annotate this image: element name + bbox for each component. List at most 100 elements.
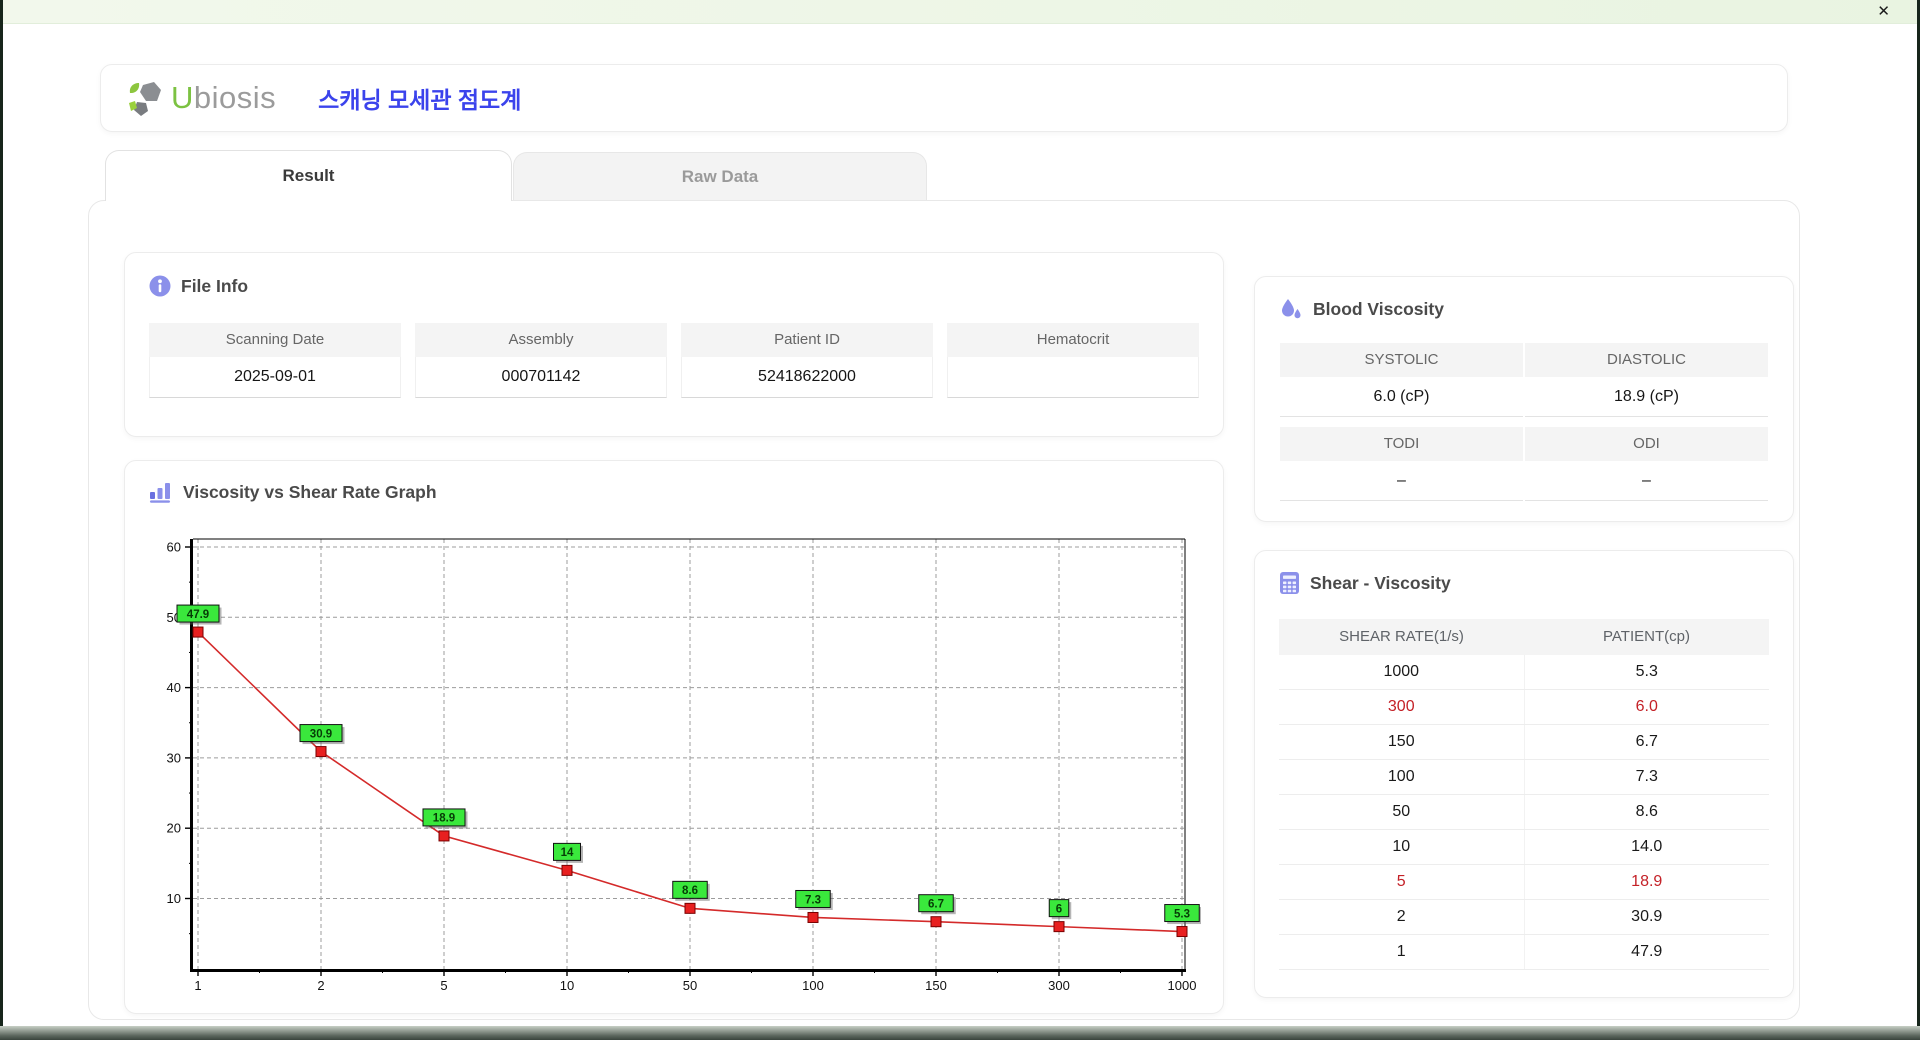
svg-text:6.7: 6.7	[928, 898, 944, 910]
cell-shear-rate: 10	[1279, 830, 1525, 864]
table-row: 5 18.9	[1279, 865, 1769, 900]
field-value-scanning-date: 2025-09-01	[149, 357, 401, 398]
app-window: ✕ Ubiosis 스캐닝 모세관 점도계 Result Raw Data Fi…	[0, 0, 1920, 1040]
shear-viscosity-title-row: Shear - Viscosity	[1279, 571, 1769, 595]
col-patient: PATIENT(cp)	[1603, 628, 1690, 645]
graph-card: Viscosity vs Shear Rate Graph 10 20 30 40 50…	[124, 460, 1224, 1014]
viscosity-chart: 10 20 30 40 50 60 1 2 5 10 50 100 150 300 1000 47.9 30.9…	[149, 519, 1202, 1011]
app-title: 스캐닝 모세관 점도계	[318, 87, 522, 113]
shear-viscosity-table-header: SHEAR RATE(1/s) PATIENT(cp)	[1279, 619, 1769, 655]
logo-rest: biosis	[193, 80, 277, 115]
svg-text:20: 20	[167, 821, 181, 836]
cell-shear-rate: 100	[1279, 760, 1525, 794]
table-row: 300 6.0	[1279, 690, 1769, 725]
svg-text:14: 14	[561, 847, 574, 859]
svg-text:1000: 1000	[1168, 978, 1197, 993]
file-info-fields: Scanning Date 2025-09-01 Assembly 000701142…	[149, 323, 1199, 398]
file-info-title-row: File Info	[149, 275, 1199, 297]
window-edge-bottom	[0, 1026, 1920, 1040]
field-label-patient-id: Patient ID	[681, 323, 933, 357]
blood-viscosity-title-row: Blood Viscosity	[1279, 297, 1769, 321]
svg-text:10: 10	[167, 891, 181, 906]
close-icon[interactable]: ✕	[1877, 2, 1890, 21]
cell-patient: 7.3	[1635, 768, 1658, 785]
cell-patient: 5.3	[1635, 663, 1658, 680]
bv-label: TODI	[1280, 427, 1523, 461]
svg-text:1: 1	[194, 978, 201, 993]
svg-text:18.9: 18.9	[433, 813, 455, 825]
table-row: 50 8.6	[1279, 795, 1769, 830]
svg-text:8.6: 8.6	[682, 885, 698, 897]
tab-raw-data[interactable]: Raw Data	[513, 152, 927, 200]
cell-shear-rate: 50	[1279, 795, 1525, 829]
bar-chart-icon	[150, 483, 170, 503]
logo-letter-u: U	[171, 80, 194, 115]
svg-text:7.3: 7.3	[805, 894, 821, 906]
field-hematocrit: Hematocrit	[947, 323, 1199, 398]
table-row: 150 6.7	[1279, 725, 1769, 760]
bv-label: DIASTOLIC	[1525, 343, 1768, 377]
blood-drops-icon	[1282, 299, 1301, 319]
svg-text:30: 30	[167, 750, 181, 765]
field-value-patient-id: 52418622000	[681, 357, 933, 398]
svg-text:5: 5	[440, 978, 447, 993]
cell-shear-rate: 2	[1279, 900, 1525, 934]
viscosity-chart-svg: 1020304050601 2 5 10 50 100 150 300 100047.930.9…	[167, 538, 1202, 993]
field-assembly: Assembly 000701142	[415, 323, 667, 398]
window-edge-left	[0, 0, 3, 1040]
graph-title: Viscosity vs Shear Rate Graph	[183, 481, 437, 502]
field-patient-id: Patient ID 52418622000	[681, 323, 933, 398]
cell-shear-rate: 300	[1279, 690, 1525, 724]
svg-text:60: 60	[167, 540, 181, 555]
cell-patient: 6.0	[1635, 698, 1658, 715]
cell-patient: 8.6	[1635, 803, 1658, 820]
shear-viscosity-title: Shear - Viscosity	[1310, 572, 1451, 593]
svg-text:5.3: 5.3	[1174, 908, 1190, 920]
cell-shear-rate: 1000	[1279, 655, 1525, 689]
svg-text:47.9: 47.9	[187, 609, 209, 621]
svg-text:300: 300	[1048, 978, 1070, 993]
svg-text:50: 50	[683, 978, 697, 993]
field-scanning-date: Scanning Date 2025-09-01	[149, 323, 401, 398]
logo: Ubiosis	[125, 78, 276, 118]
field-label-assembly: Assembly	[415, 323, 667, 357]
field-label-hematocrit: Hematocrit	[947, 323, 1199, 357]
svg-text:40: 40	[167, 680, 181, 695]
cell-shear-rate: 1	[1279, 935, 1525, 969]
svg-text:2: 2	[317, 978, 324, 993]
field-value-assembly: 000701142	[415, 357, 667, 398]
cell-patient: 47.9	[1631, 943, 1663, 960]
calculator-icon	[1280, 572, 1299, 594]
svg-text:30.9: 30.9	[310, 728, 332, 740]
cell-patient: 6.7	[1635, 733, 1658, 750]
table-row: 2 30.9	[1279, 900, 1769, 935]
cell-patient: 14.0	[1631, 838, 1663, 855]
col-shear-rate: SHEAR RATE(1/s)	[1339, 628, 1464, 645]
bv-value-row: – –	[1279, 461, 1769, 501]
bv-value: –	[1280, 461, 1523, 501]
cell-patient: 18.9	[1631, 873, 1663, 890]
bv-label: ODI	[1525, 427, 1768, 461]
cell-shear-rate: 150	[1279, 725, 1525, 759]
cell-shear-rate: 5	[1279, 865, 1525, 899]
field-value-hematocrit	[947, 357, 1199, 398]
table-row: 1000 5.3	[1279, 655, 1769, 690]
graph-title-row: Viscosity vs Shear Rate Graph	[149, 481, 1199, 503]
file-info-title: File Info	[181, 275, 249, 296]
header-card: Ubiosis 스캐닝 모세관 점도계	[100, 64, 1788, 132]
shear-viscosity-rows: 1000 5.3 300 6.0 150 6.7 100 7.3 50 8.6 10 14.0 5 18.…	[1279, 655, 1769, 970]
file-info-card: File Info Scanning Date 2025-09-01 Assembl…	[124, 252, 1224, 437]
table-row: 10 14.0	[1279, 830, 1769, 865]
ubiosis-logo-icon	[129, 82, 161, 116]
svg-text:10: 10	[560, 978, 574, 993]
bv-value-row: 6.0 (cP) 18.9 (cP)	[1279, 377, 1769, 417]
logo-text: Ubiosis	[171, 80, 276, 116]
shear-viscosity-table: SHEAR RATE(1/s) PATIENT(cp) 1000 5.3 300 6.…	[1279, 619, 1769, 970]
tab-result[interactable]: Result	[105, 150, 512, 201]
bv-value: 18.9 (cP)	[1525, 377, 1768, 417]
bv-header-row: TODI ODI	[1279, 427, 1769, 461]
blood-viscosity-card: Blood Viscosity SYSTOLIC DIASTOLIC 6.0 (cP…	[1254, 276, 1794, 522]
blood-viscosity-table: SYSTOLIC DIASTOLIC 6.0 (cP) 18.9 (cP) TODI OD…	[1279, 343, 1769, 501]
table-row: 1 47.9	[1279, 935, 1769, 970]
svg-text:6: 6	[1056, 903, 1062, 915]
